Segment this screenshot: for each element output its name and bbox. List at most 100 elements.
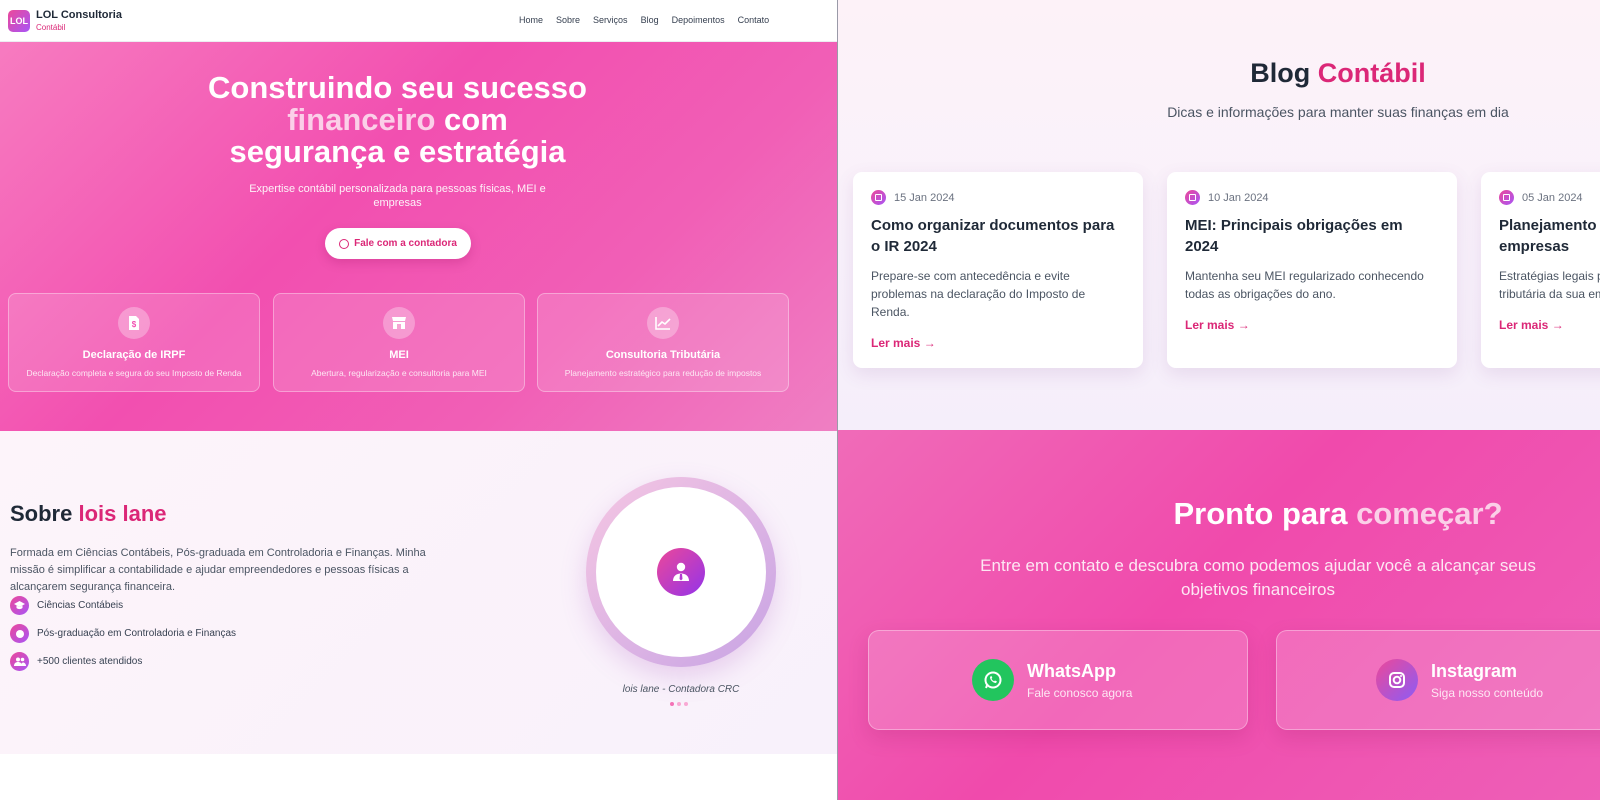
blog-post-card[interactable]: 15 Jan 2024 Como organizar documentos pa… — [853, 172, 1143, 368]
post-title[interactable]: Como organizar documentos para o IR 2024 — [871, 215, 1125, 257]
whatsapp-subtitle: Fale conosco agora — [1027, 685, 1133, 700]
post-date-text: 05 Jan 2024 — [1522, 191, 1583, 204]
blog-subtitle: Dicas e informações para manter suas fin… — [1167, 104, 1509, 120]
whatsapp-title: WhatsApp — [1027, 660, 1116, 681]
cta-section: Pronto para começar? Entre em contato e … — [838, 430, 1600, 800]
hero-title-line2-rest: com — [444, 102, 508, 137]
logo[interactable]: LOL — [8, 9, 30, 32]
carousel-dots[interactable] — [670, 702, 688, 706]
nav-link-depoimentos[interactable]: Depoimentos — [672, 15, 725, 25]
store-icon — [383, 307, 415, 339]
nav-links: Home Sobre Serviços Blog Depoimentos Con… — [519, 15, 782, 25]
about-panel: Sobre lois lane Formada em Ciências Cont… — [0, 431, 838, 754]
service-title: MEI — [389, 349, 409, 361]
carousel-dot[interactable] — [670, 702, 674, 706]
about-title: Sobre lois lane — [10, 501, 167, 527]
blog-title-highlight: Contábil — [1317, 58, 1426, 88]
svg-text:$: $ — [132, 320, 137, 329]
calendar-icon — [871, 190, 886, 205]
service-desc: Planejamento estratégico para redução de… — [564, 368, 762, 378]
blog-post-card[interactable]: 10 Jan 2024 MEI: Principais obrigações e… — [1167, 172, 1457, 368]
nav-link-contato[interactable]: Contato — [738, 15, 770, 25]
nav-link-blog[interactable]: Blog — [641, 15, 659, 25]
nav-link-home[interactable]: Home — [519, 15, 543, 25]
read-more-label: Ler mais — [1185, 318, 1235, 332]
arrow-right-icon: → — [1237, 318, 1250, 332]
user-tie-icon — [657, 548, 705, 596]
post-excerpt: Estratégias legais para redução da carga… — [1499, 269, 1600, 301]
read-more-link[interactable]: Ler mais → — [871, 336, 936, 350]
about-text: Formada em Ciências Contábeis, Pós-gradu… — [10, 547, 426, 593]
whatsapp-icon — [972, 659, 1014, 701]
carousel-dot[interactable] — [684, 702, 688, 706]
whatsapp-button[interactable]: WhatsApp Fale conosco agora — [868, 630, 1248, 730]
service-desc: Declaração completa e segura do seu Impo… — [26, 368, 242, 378]
post-title[interactable]: Planejamento tributário para empresas — [1499, 215, 1600, 257]
instagram-icon — [1376, 659, 1418, 701]
instagram-text: Instagram Siga nosso conteúdo — [1431, 661, 1543, 700]
read-more-link[interactable]: Ler mais → — [1185, 318, 1250, 332]
blog-section: Blog Contábil Dicas e informações para m… — [838, 0, 1600, 430]
instagram-subtitle: Siga nosso conteúdo — [1431, 685, 1544, 700]
arrow-right-icon: → — [1551, 318, 1564, 332]
calendar-icon — [1185, 190, 1200, 205]
arrow-right-icon: → — [923, 336, 936, 350]
portrait-caption: lois lane - Contadora CRC — [622, 684, 740, 695]
service-title: Declaração de IRPF — [82, 349, 186, 361]
portrait-frame — [586, 477, 776, 667]
cta-title: Pronto para começar? — [838, 496, 1600, 532]
contact-accountant-button[interactable]: Fale com a contadora — [325, 228, 471, 259]
post-excerpt: Mantenha seu MEI regularizado conhecendo… — [1185, 269, 1424, 301]
service-card-tax-consulting[interactable]: Consultoria Tributária Planejamento estr… — [537, 293, 789, 392]
post-excerpt: Prepare-se com antecedência e evite prob… — [871, 269, 1086, 319]
blog-post-card[interactable]: 05 Jan 2024 Planejamento tributário para… — [1481, 172, 1600, 368]
service-title: Consultoria Tributária — [605, 349, 721, 361]
whatsapp-icon — [339, 238, 350, 249]
screen-divider — [837, 0, 838, 800]
feature-label: +500 clientes atendidos — [37, 656, 143, 667]
hero-screen: LOL LOL Consultoria Contábil Home Sobre … — [0, 0, 838, 431]
about-title-name: lois lane — [78, 501, 167, 526]
hero-title-line3: segurança e estratégia — [229, 134, 566, 169]
nav-link-sobre[interactable]: Sobre — [556, 15, 580, 25]
service-card-mei[interactable]: MEI Abertura, regularização e consultori… — [273, 293, 525, 392]
hero-subtitle: Expertise contábil personalizada para pe… — [249, 183, 546, 209]
post-date: 15 Jan 2024 — [871, 190, 1125, 205]
portrait — [596, 487, 766, 657]
hero-title-line1: Construindo seu sucesso — [208, 70, 587, 105]
nav-link-servicos[interactable]: Serviços — [593, 15, 628, 25]
feature-item: Pós-graduação em Controladoria e Finança… — [10, 624, 236, 643]
post-date: 05 Jan 2024 — [1499, 190, 1600, 205]
hero-title-highlight: financeiro — [287, 102, 436, 137]
about-section: Sobre lois lane Formada em Ciências Cont… — [0, 431, 838, 800]
read-more-label: Ler mais — [871, 336, 921, 350]
graduation-cap-icon — [10, 596, 29, 615]
instagram-title: Instagram — [1431, 660, 1518, 681]
post-title[interactable]: MEI: Principais obrigações em 2024 — [1185, 215, 1439, 257]
post-date-text: 10 Jan 2024 — [1208, 191, 1269, 204]
service-card-irpf[interactable]: $ Declaração de IRPF Declaração completa… — [8, 293, 260, 392]
feature-item: +500 clientes atendidos — [10, 652, 142, 671]
post-date-text: 15 Jan 2024 — [894, 191, 955, 204]
cta-title-prefix: Pronto para — [1173, 496, 1348, 531]
certificate-icon — [10, 624, 29, 643]
post-date: 10 Jan 2024 — [1185, 190, 1439, 205]
blog-title: Blog Contábil — [838, 58, 1600, 89]
instagram-button[interactable]: Instagram Siga nosso conteúdo — [1276, 630, 1600, 730]
service-desc: Abertura, regularização e consultoria pa… — [311, 368, 487, 378]
carousel-dot[interactable] — [677, 702, 681, 706]
brand: LOL Consultoria Contábil — [36, 8, 122, 32]
brand-sub: Contábil — [36, 22, 66, 32]
whatsapp-text: WhatsApp Fale conosco agora — [1027, 661, 1132, 700]
navbar: LOL LOL Consultoria Contábil Home Sobre … — [0, 0, 838, 42]
calendar-icon — [1499, 190, 1514, 205]
read-more-link[interactable]: Ler mais → — [1499, 318, 1564, 332]
chart-line-icon — [647, 307, 679, 339]
read-more-label: Ler mais — [1499, 318, 1549, 332]
brand-name: LOL Consultoria — [36, 8, 122, 21]
feature-item: Ciências Contábeis — [10, 596, 123, 615]
hero-title: Construindo seu sucesso financeiro com s… — [0, 72, 795, 168]
blog-title-prefix: Blog — [1250, 58, 1311, 88]
about-title-prefix: Sobre — [10, 501, 73, 526]
feature-label: Pós-graduação em Controladoria e Finança… — [37, 628, 236, 639]
